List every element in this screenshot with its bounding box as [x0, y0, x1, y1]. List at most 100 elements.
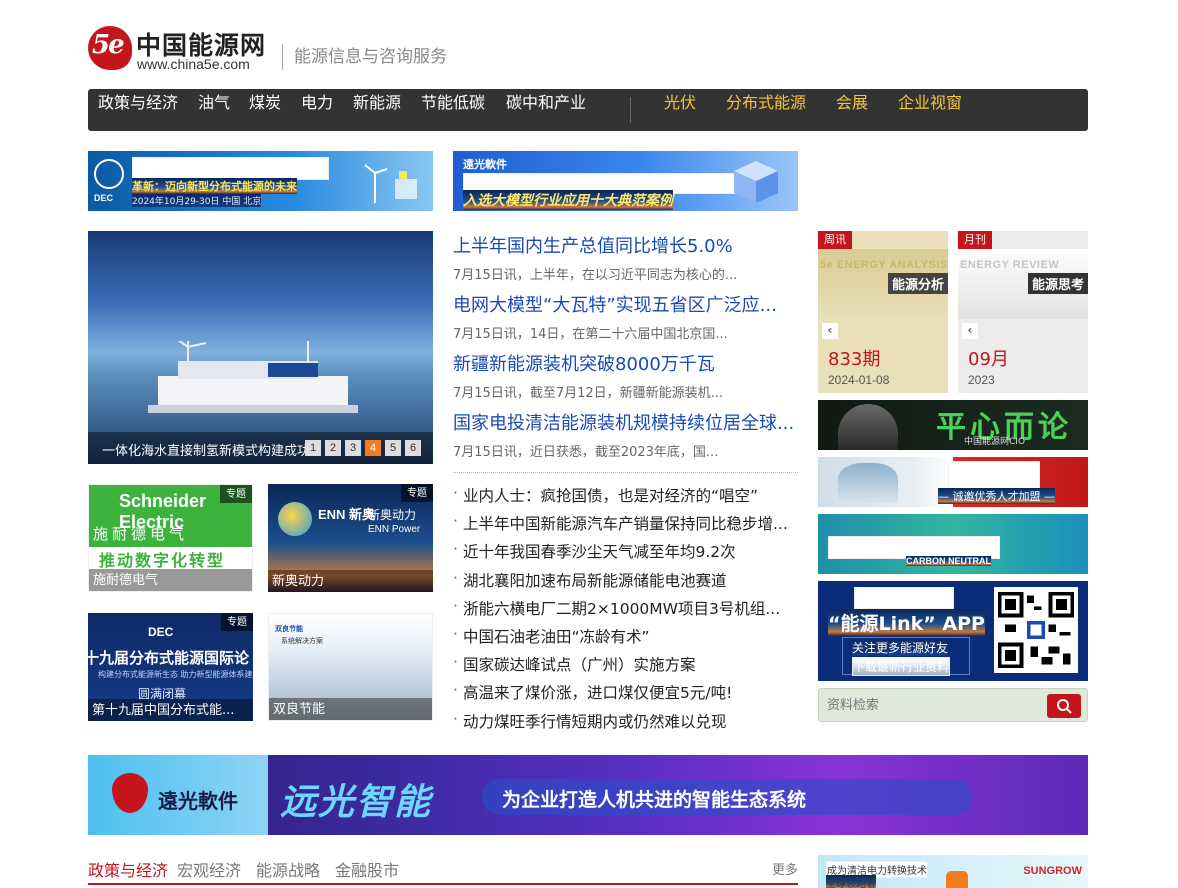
headline-summary: 7月15日讯，14日，在第二十六届中国北京国... [453, 327, 728, 342]
slider-page-5[interactable]: 5 [385, 440, 401, 456]
topic-caption: 第十九届中国分布式能... [88, 699, 253, 721]
nav-item-low-carbon[interactable]: 节能低碳 [421, 89, 485, 131]
headline-title[interactable]: 国家电投清洁能源装机规模持续位居全球... [453, 409, 798, 435]
magazine-date: 2023 [968, 373, 995, 387]
app-line1: 扫描二维码下载 [854, 587, 954, 609]
headline-title[interactable]: 电网大模型“大瓦特”实现五省区广泛应... [453, 291, 798, 317]
nav-item-pv[interactable]: 光伏 [664, 89, 696, 131]
magazine-monthly[interactable]: 月刊 ENERGY REVIEW 能源思考 ‹ 09月 2023 [958, 231, 1088, 393]
dec19-title: 十九届分布式能源国际论 [88, 649, 250, 667]
hiring-subtitle: — 诚邀优秀人才加盟 — [938, 488, 1055, 504]
slider-page-1[interactable]: 1 [305, 440, 321, 456]
news-list-item[interactable]: 浙能六横电厂二期2×1000MW项目3号机组... [453, 597, 798, 625]
slider-pager: 1 2 3 4 5 6 [305, 440, 421, 456]
tab-finance[interactable]: 金融股市 [335, 857, 399, 881]
news-list-item[interactable]: 业内人士：疯抢国债，也是对经济的“唱空” [453, 484, 798, 512]
magazine-cover-cn: 能源分析 [887, 273, 948, 294]
topic-tile-enn[interactable]: ENN 新奥 新奥动力 ENN Power 专题 新奥动力 [268, 484, 433, 592]
dec-banner-date: 2024年10月29-30日 中国 北京 [132, 194, 262, 207]
search-button[interactable] [1047, 694, 1081, 718]
magazine-label: 月刊 [958, 231, 992, 249]
chevron-left-icon[interactable]: ‹ [822, 323, 838, 339]
magazine-issue: 09月 [968, 349, 1009, 370]
hand-icon [838, 463, 898, 503]
enn-logo-text: ENN 新奥 [318, 507, 376, 522]
nav-item-power[interactable]: 电力 [301, 89, 333, 131]
ygs-aigc-banner[interactable]: 遠光軟件 远光软件《全栈AIGC数字创新平台 YG-JT GPT》 入选大模型行… [453, 151, 798, 211]
tab-strategy[interactable]: 能源战略 [256, 857, 320, 881]
dec-banner-subtitle: 革新：迈向新型分布式能源的未来 [132, 178, 297, 194]
nav-item-policy[interactable]: 政策与经济 [98, 89, 178, 131]
news-list-item[interactable]: 高温来了煤价涨，进口煤仅便宜5元/吨! [453, 681, 798, 709]
app-icon [946, 871, 968, 888]
headline-title[interactable]: 上半年国内生产总值同比增长5.0% [453, 232, 798, 258]
section-tabs: 政策与经济 宏观经济 能源战略 金融股市 更多 [88, 855, 798, 885]
nav-item-carbon-neutral[interactable]: 碳中和产业 [506, 89, 586, 131]
wind-turbine-icon [364, 164, 417, 203]
sungrow-banner[interactable]: 成为清洁电力转换技术 全球领跑者 SUNGROW [818, 855, 1088, 888]
sungrow-logo: SUNGROW [1023, 865, 1082, 877]
search-icon [1057, 699, 1072, 714]
magazine-weekly[interactable]: 周讯 5e ENERGY ANALYSIS 能源分析 ‹ 833期 2024-0… [818, 231, 948, 393]
slider-page-2[interactable]: 2 [325, 440, 341, 456]
headline-title[interactable]: 新疆新能源装机突破8000万千瓦 [453, 350, 798, 376]
site-logo[interactable]: 5e 中国能源网 www.china5e.com [88, 26, 278, 72]
topic-tile-dec19[interactable]: DEC 十九届分布式能源国际论 构建分布式能源新生态 助力新型能源体系建设 圆满… [88, 613, 253, 721]
topic-caption: 双良节能 [269, 698, 432, 720]
nav-item-distributed[interactable]: 分布式能源 [726, 89, 806, 131]
cio-column-banner[interactable]: 平心而论 中国能源网CIO [818, 400, 1088, 450]
qr-code-icon [994, 587, 1078, 673]
news-list-item[interactable]: 近十年我国春季沙尘天气减至年均9.2次 [453, 540, 798, 568]
news-list-item[interactable]: 中国石油老油田“冻龄有术” [453, 625, 798, 653]
magazine-cover-cn: 能源思考 [1027, 273, 1088, 294]
news-list-item[interactable]: 湖北襄阳加速布局新能源储能电池赛道 [453, 569, 798, 597]
hiring-title: 中国能源网 [948, 461, 1040, 489]
magazine-date: 2024-01-08 [828, 373, 890, 387]
enn-en-text: ENN Power [368, 524, 421, 535]
slider-page-4[interactable]: 4 [365, 440, 381, 456]
person-photo [838, 404, 898, 450]
slider-page-3[interactable]: 3 [345, 440, 361, 456]
headline-slider[interactable]: 一体化海水直接制氢新模式构建成功 1 2 3 4 5 6 [88, 231, 433, 464]
magazine-label: 周讯 [818, 231, 852, 249]
chevron-left-icon[interactable]: ‹ [962, 323, 978, 339]
ygs-intelligence-banner[interactable]: 遠光軟件 远光智能 为企业打造人机共进的智能生态系统 [88, 755, 1088, 835]
cio-subtitle: 中国能源网CIO [964, 437, 1026, 447]
ygs-brand: 遠光軟件 [158, 789, 238, 813]
app-line2: “能源Link” APP [828, 609, 985, 636]
carbon-challenge-banner[interactable]: “碳中和”技术创新挑战赛 CARBON NEUTRAL [818, 514, 1088, 574]
news-list-item[interactable]: 动力煤旺季行情短期内或仍然难以兑现 [453, 710, 798, 738]
tab-macro[interactable]: 宏观经济 [177, 857, 241, 881]
dec19-logo-text: DEC [148, 625, 174, 639]
schneider-slogan: 推动数字化转型 [99, 551, 226, 570]
headline-item: 国家电投清洁能源装机规模持续位居全球... 7月15日讯，近日获悉，截至2023… [453, 409, 798, 460]
hiring-banner[interactable]: 中国能源网 — 诚邀优秀人才加盟 — [818, 457, 1088, 507]
sungrow-line2: 全球领跑者 [826, 875, 876, 888]
carbon-subtitle: CARBON NEUTRAL [906, 556, 991, 566]
dec-forum-banner[interactable]: DEC 第二十届分布式能源国际论坛 革新：迈向新型分布式能源的未来 2024年1… [88, 151, 433, 211]
topic-tile-shuangliang[interactable]: 双良节能 系统解决方案 双良节能 [268, 613, 433, 721]
nav-item-coal[interactable]: 煤炭 [249, 89, 281, 131]
topic-tile-schneider[interactable]: Schneider Electric 施耐德电气 推动数字化转型 专题 施耐德电… [88, 484, 253, 592]
search-input[interactable] [827, 694, 1037, 716]
ygs-wide-title: 远光智能 [280, 782, 433, 823]
tab-policy[interactable]: 政策与经济 [88, 857, 168, 881]
app-line4: 下载最新行业资料 [852, 657, 951, 676]
news-list-item[interactable]: 上半年中国新能源汽车产销量保持同比稳步增... [453, 512, 798, 540]
enn-logo-icon [278, 502, 312, 536]
nav-item-enterprise[interactable]: 企业视窗 [898, 89, 962, 131]
schneider-cn-text: 施耐德电气 [93, 525, 189, 543]
nav-item-expo[interactable]: 会展 [836, 89, 868, 131]
app-download-banner[interactable]: 扫描二维码下载 “能源Link” APP 关注更多能源好友 下载最新行业资料 [818, 581, 1088, 681]
headline-summary: 7月15日讯，截至7月12日，新疆新能源装机... [453, 386, 724, 401]
slider-page-6[interactable]: 6 [405, 440, 421, 456]
headline-item: 电网大模型“大瓦特”实现五省区广泛应... 7月15日讯，14日，在第二十六届中… [453, 291, 798, 342]
more-link[interactable]: 更多 [772, 859, 798, 878]
news-list-item[interactable]: 国家碳达峰试点（广州）实施方案 [453, 653, 798, 681]
headline-item: 新疆新能源装机突破8000万千瓦 7月15日讯，截至7月12日，新疆新能源装机.… [453, 350, 798, 401]
divider [453, 472, 798, 473]
nav-item-oil-gas[interactable]: 油气 [198, 89, 230, 131]
nav-item-new-energy[interactable]: 新能源 [353, 89, 401, 131]
headline-summary: 7月15日讯，近日获悉，截至2023年底，国... [453, 445, 719, 460]
shuangliang-note: 系统解决方案 [281, 637, 323, 645]
